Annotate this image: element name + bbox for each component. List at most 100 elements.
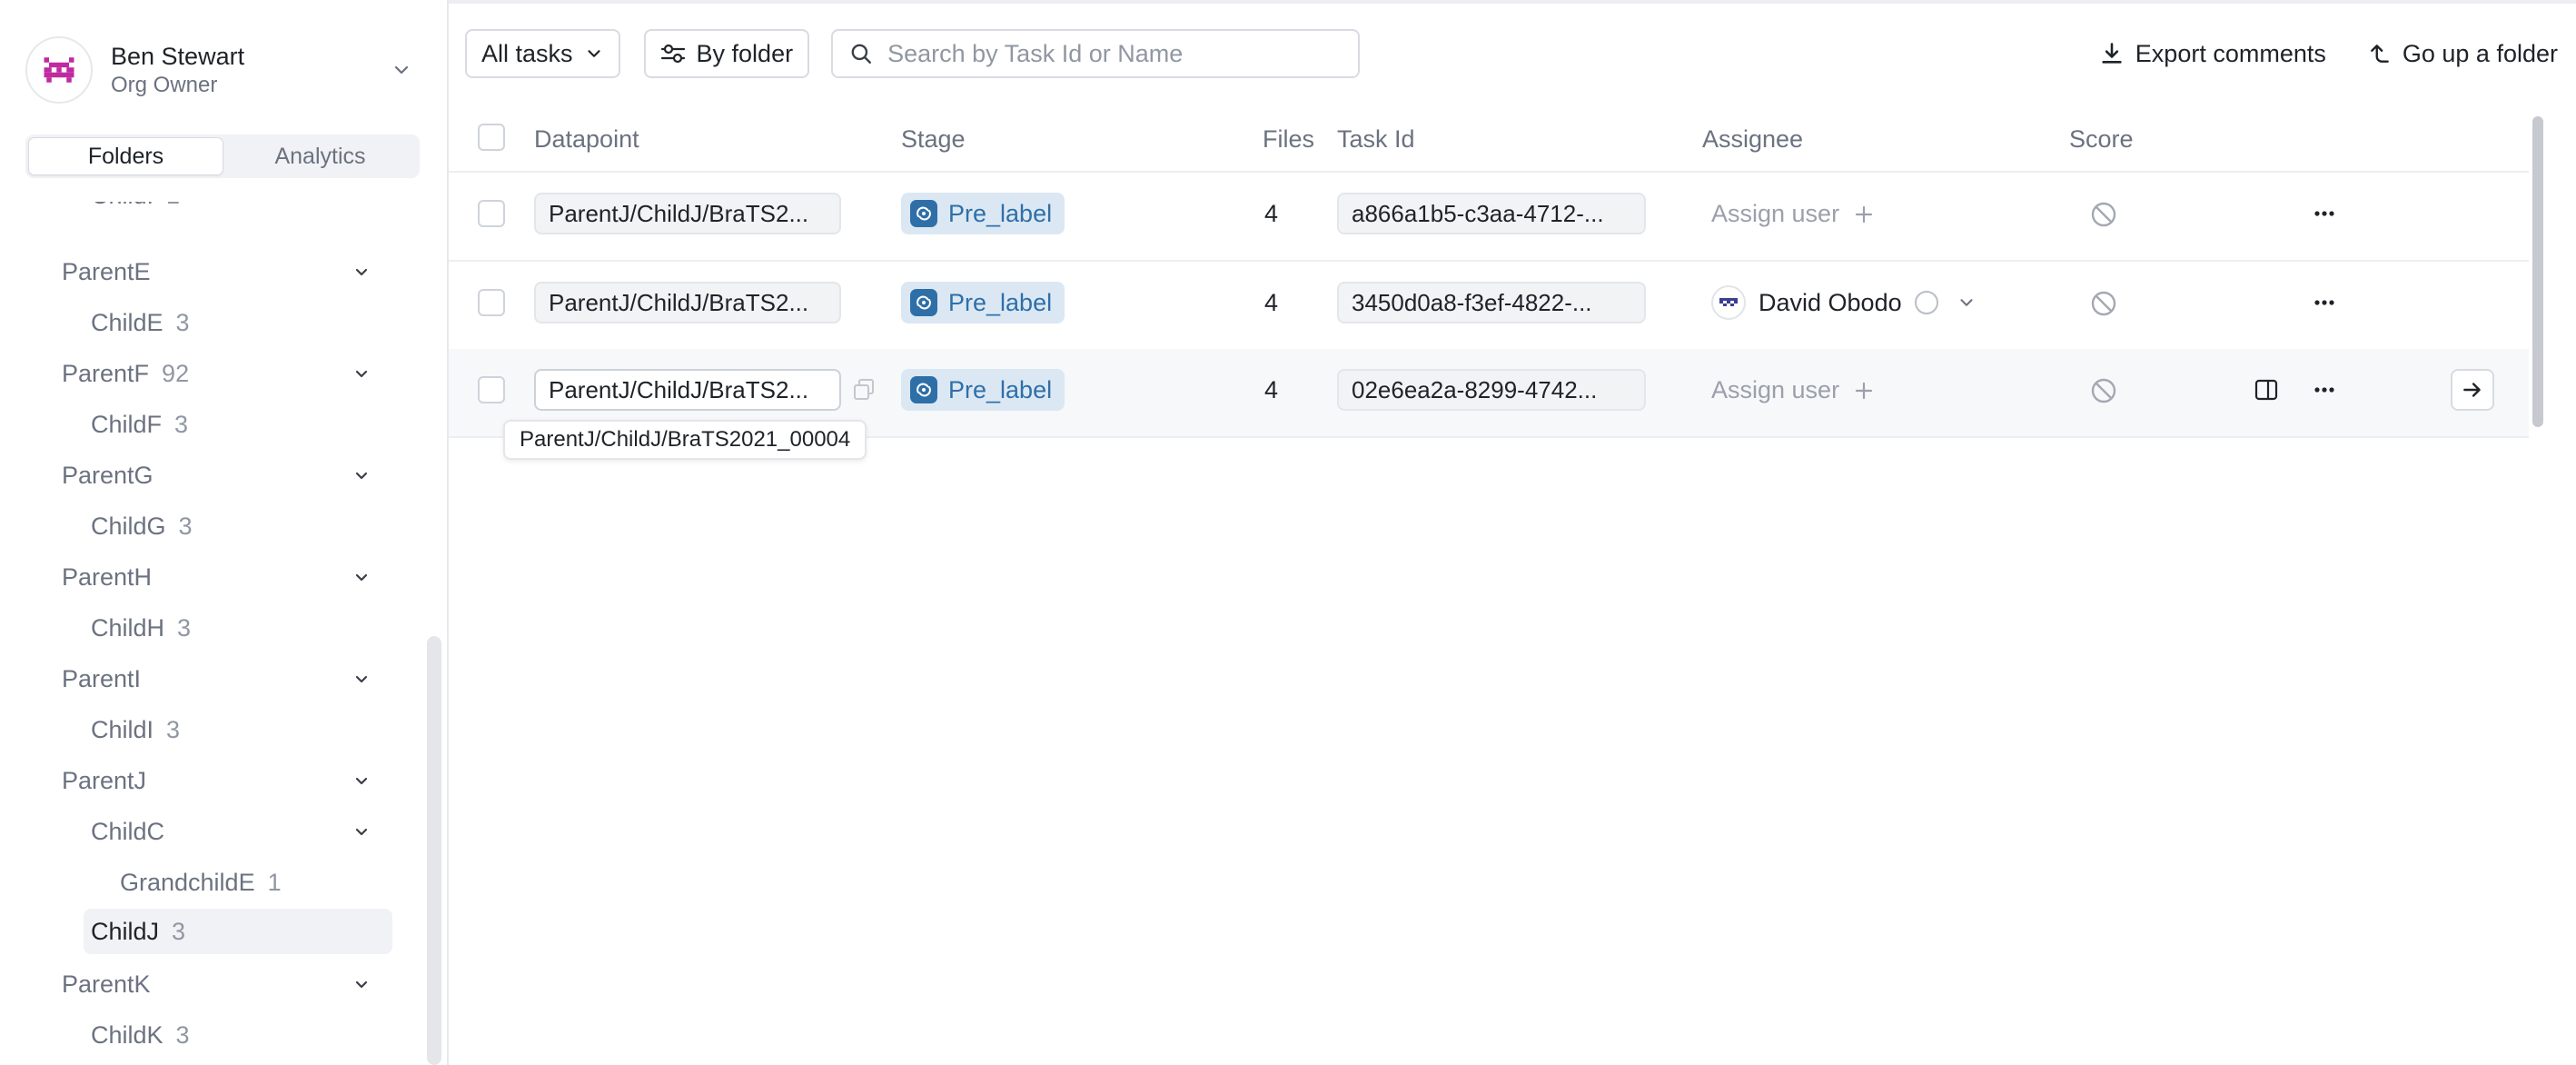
chevron-down-icon[interactable]	[351, 973, 372, 995]
tab-analytics[interactable]: Analytics	[223, 137, 417, 175]
datapoint-name[interactable]: ParentJ/ChildJ/BraTS2...	[534, 282, 841, 323]
tree-item-parent[interactable]: ParentH	[62, 554, 381, 600]
no-score-icon	[2089, 376, 2118, 405]
tree-item[interactable]: GrandchildE 1	[120, 860, 381, 905]
tree-item-count: 92	[162, 359, 190, 387]
tree-item-count: 1	[267, 868, 282, 896]
open-task-button[interactable]	[2451, 369, 2494, 411]
export-comments-button[interactable]: Export comments	[2099, 40, 2326, 68]
tree-item-label: ParentK	[62, 970, 151, 998]
chevron-down-icon[interactable]	[351, 770, 372, 791]
tree-item-label: ParentF	[62, 359, 150, 387]
sliders-icon	[660, 43, 686, 65]
column-score[interactable]: Score	[2069, 125, 2134, 154]
table-scrollbar[interactable]	[2532, 116, 2543, 427]
stage-icon	[910, 200, 937, 227]
arrow-right-icon	[2461, 378, 2484, 402]
group-by-folder-button[interactable]: By folder	[643, 29, 810, 78]
copy-icon[interactable]	[850, 376, 877, 403]
datapoint-tooltip: ParentJ/ChildJ/BraTS2021_00004	[503, 420, 867, 460]
chevron-down-icon[interactable]	[391, 59, 412, 81]
column-files[interactable]: Files	[1263, 125, 1314, 154]
tree-item-label: ChildK	[91, 1020, 163, 1049]
column-task-id[interactable]: Task Id	[1337, 125, 1415, 154]
datapoint-name[interactable]: ParentJ/ChildJ/BraTS2...	[534, 193, 841, 234]
tree-item[interactable]: ChildG 3	[91, 503, 381, 549]
tree-item-count: 3	[174, 410, 189, 438]
group-by-label: By folder	[696, 39, 794, 67]
tree-item-parent[interactable]: ParentK	[62, 961, 381, 1007]
go-up-folder-button[interactable]: Go up a folder	[2368, 40, 2558, 68]
chevron-down-icon[interactable]	[351, 363, 372, 384]
chevron-down-icon[interactable]	[351, 821, 372, 842]
tree-item[interactable]: ChildE 3	[91, 300, 381, 345]
toolbar: All tasks By folder	[465, 28, 1361, 79]
more-options-icon[interactable]	[2311, 289, 2338, 316]
tree-item-parent[interactable]: ParentG	[62, 453, 381, 498]
task-id[interactable]: a866a1b5-c3aa-4712-...	[1337, 193, 1646, 234]
tree-item-label: ChildI	[91, 202, 154, 210]
stage-label: Pre_label	[948, 199, 1053, 227]
tree-item-label: ParentG	[62, 461, 154, 489]
search-box[interactable]	[831, 29, 1361, 78]
user-switcher[interactable]: Ben Stewart Org Owner	[25, 36, 421, 104]
top-divider	[449, 0, 2576, 4]
tree-item-parent[interactable]: ParentF 92	[62, 351, 381, 396]
row-checkbox[interactable]	[478, 376, 505, 403]
sidebar-scrollbar[interactable]	[427, 636, 441, 1065]
table-row[interactable]: ParentJ/ChildJ/BraTS2... Pre_label 4 a86…	[449, 173, 2529, 262]
tree-item[interactable]: ChildF 3	[91, 402, 381, 447]
chevron-down-icon[interactable]	[351, 261, 372, 283]
tree-item-parent[interactable]: ParentE	[62, 249, 381, 294]
task-id[interactable]: 3450d0a8-f3ef-4822-...	[1337, 282, 1646, 323]
tree-item-label: ChildC	[91, 817, 165, 845]
search-input[interactable]	[886, 38, 1342, 69]
assignee-selector[interactable]: David Obodo	[1711, 282, 1977, 323]
table-header: Datapoint Stage Files Task Id Assignee S…	[449, 113, 2529, 173]
tree-item-count: 3	[175, 1020, 190, 1049]
chevron-down-icon[interactable]	[351, 668, 372, 690]
select-all-checkbox[interactable]	[478, 124, 505, 151]
task-filter-dropdown[interactable]: All tasks	[465, 29, 620, 78]
stage-icon	[910, 376, 937, 403]
table-row[interactable]: ParentJ/ChildJ/BraTS2... Pre_label 4 345…	[449, 262, 2529, 351]
row-checkbox[interactable]	[478, 289, 505, 316]
chevron-down-icon[interactable]	[1957, 293, 1977, 313]
stage-badge[interactable]: Pre_label	[901, 369, 1065, 411]
tree-item-parent[interactable]: ParentJ	[62, 758, 381, 803]
tree-item-count: 3	[175, 308, 190, 336]
chevron-down-icon[interactable]	[351, 464, 372, 486]
sidebar-view-toggle: Folders Analytics	[25, 134, 420, 178]
tree-item[interactable]: ChildH 3	[91, 605, 381, 651]
tab-folders[interactable]: Folders	[28, 137, 223, 175]
task-filter-label: All tasks	[481, 39, 573, 67]
tree-item-parent[interactable]: ChildC	[91, 809, 381, 854]
more-options-icon[interactable]	[2311, 376, 2338, 403]
tree-item-parent[interactable]: ParentI	[62, 656, 381, 702]
assign-user-button[interactable]: Assign user	[1711, 200, 1874, 228]
tree-item-selected[interactable]: ChildJ 3	[84, 909, 392, 954]
tree-item-label: ParentJ	[62, 766, 147, 794]
column-assignee[interactable]: Assignee	[1702, 125, 1803, 154]
assign-user-label: Assign user	[1711, 200, 1840, 227]
row-checkbox[interactable]	[478, 200, 505, 227]
column-datapoint[interactable]: Datapoint	[534, 125, 639, 154]
files-count: 4	[1264, 376, 1279, 403]
assign-user-button[interactable]: Assign user	[1711, 376, 1874, 404]
side-panel-icon[interactable]	[2253, 376, 2280, 403]
tree-item[interactable]: ChildI 3	[91, 707, 381, 752]
task-id[interactable]: 02e6ea2a-8299-4742...	[1337, 369, 1646, 411]
status-circle-icon[interactable]	[1914, 291, 1938, 314]
column-stage[interactable]: Stage	[901, 125, 966, 154]
chevron-down-icon[interactable]	[351, 566, 372, 588]
datapoint-name[interactable]: ParentJ/ChildJ/BraTS2...	[534, 369, 841, 411]
sidebar: Ben Stewart Org Owner Folders Analytics …	[0, 0, 449, 1065]
more-options-icon[interactable]	[2311, 200, 2338, 227]
stage-badge[interactable]: Pre_label	[901, 193, 1065, 234]
assignee-name: David Obodo	[1759, 288, 1902, 316]
files-count: 4	[1264, 289, 1279, 316]
stage-badge[interactable]: Pre_label	[901, 282, 1065, 323]
tree-item[interactable]: ChildK 3	[91, 1012, 381, 1058]
tree-item-count: 3	[166, 715, 181, 743]
tree-item[interactable]: ChildI 1	[91, 202, 391, 218]
